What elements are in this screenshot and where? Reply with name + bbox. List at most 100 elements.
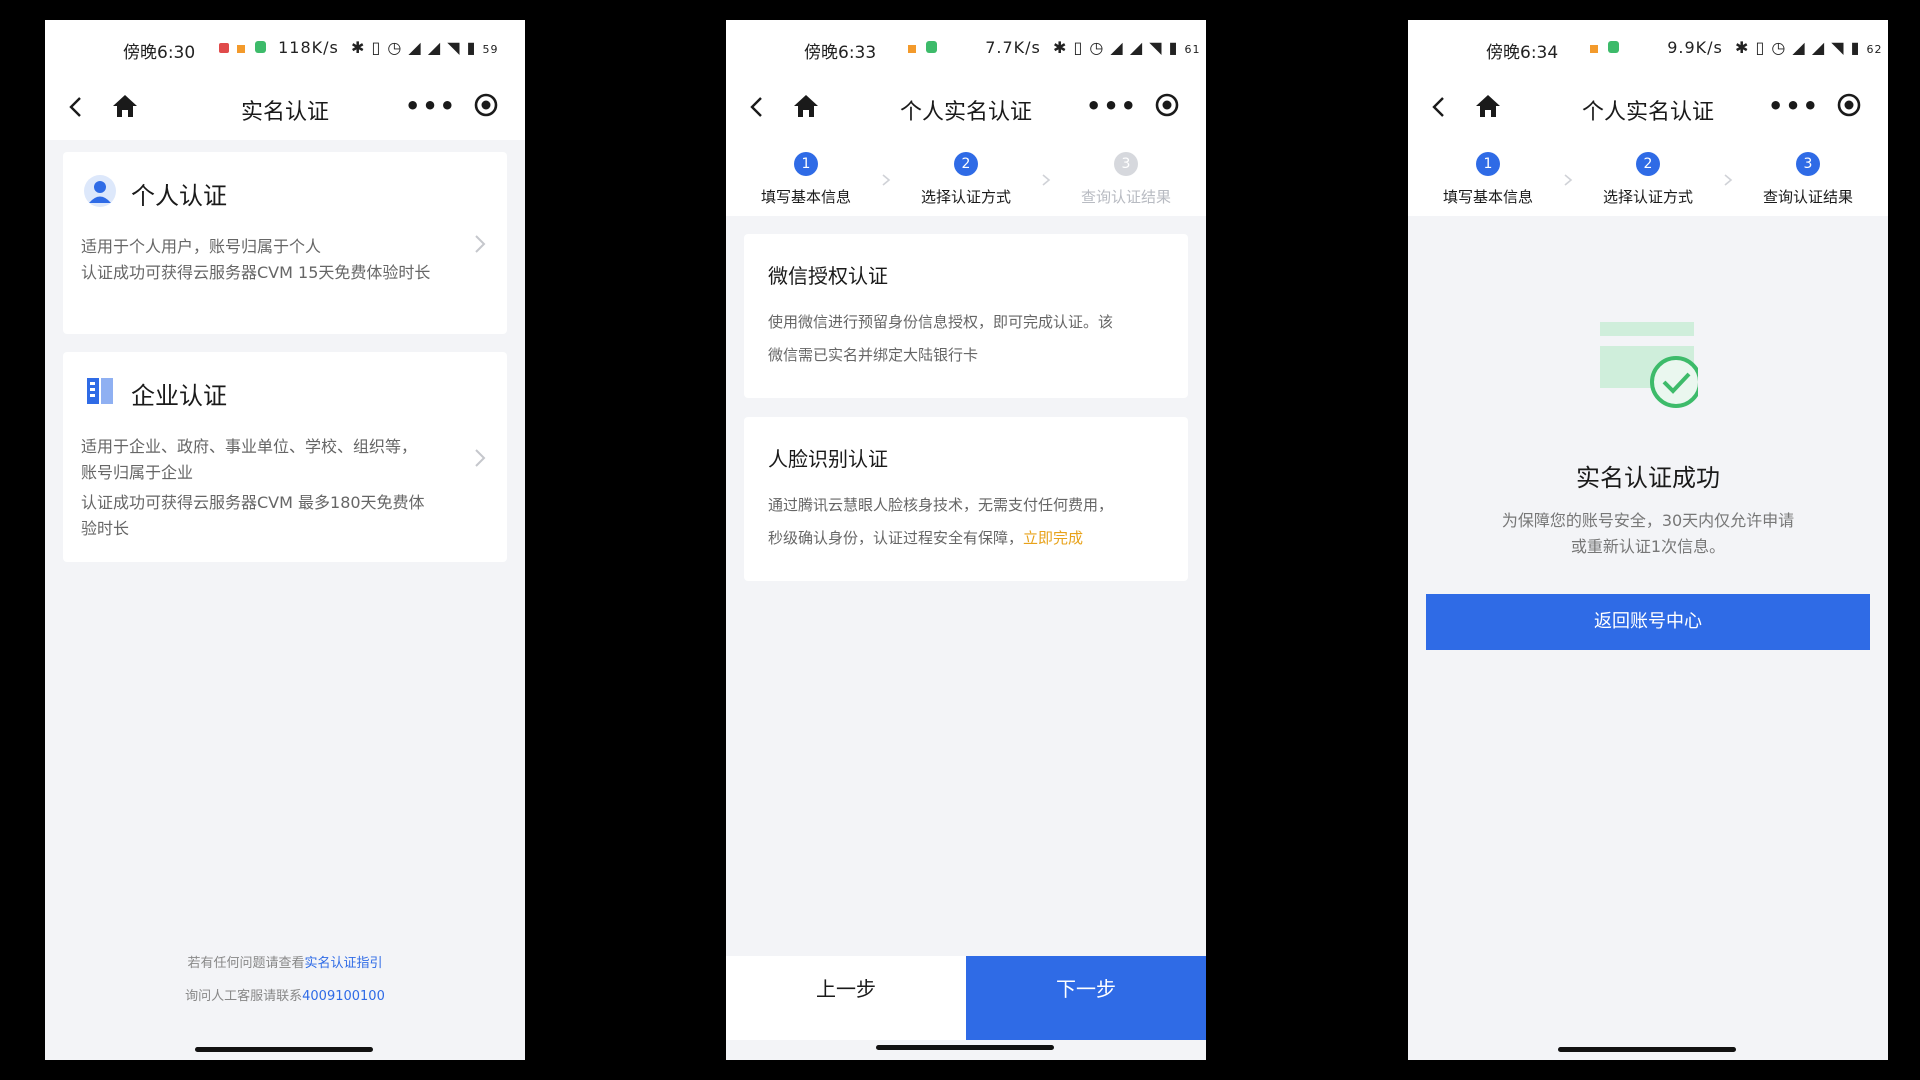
step-number: 2 bbox=[954, 152, 978, 176]
card-desc: 使用微信进行预留身份信息授权，即可完成认证。该 微信需已实名并绑定大陆银行卡 bbox=[768, 306, 1168, 372]
record-icon[interactable] bbox=[1154, 92, 1180, 118]
signal-icon: ◢ bbox=[1110, 38, 1124, 57]
status-icons: 9.9K/s ✱ ▯ ◷ ◢ ◢ ◥ ▮ 62 bbox=[1586, 38, 1883, 57]
chevron-right-icon bbox=[1564, 174, 1573, 186]
nav-bar: 个人实名认证 ••• bbox=[726, 76, 1206, 140]
more-icon[interactable]: ••• bbox=[1086, 92, 1138, 120]
step-number: 2 bbox=[1636, 152, 1660, 176]
next-step-button[interactable]: 下一步 bbox=[966, 956, 1206, 1040]
card-desc-line: 通过腾讯云慧眼人脸核身技术，无需支付任何费用， bbox=[768, 496, 1114, 514]
guide-link[interactable]: 实名认证指引 bbox=[305, 956, 383, 971]
battery-icon: ▮ bbox=[466, 38, 477, 57]
home-indicator bbox=[1558, 1047, 1736, 1052]
step-indicator: 1 填写基本信息 2 选择认证方式 3 查询认证结果 bbox=[1408, 140, 1888, 216]
card-desc-line: 秒级确认身份，认证过程安全有保障， bbox=[768, 529, 1024, 547]
return-account-center-button[interactable]: 返回账号中心 bbox=[1426, 594, 1870, 650]
nav-bar: 个人实名认证 ••• bbox=[1408, 76, 1888, 140]
record-icon[interactable] bbox=[473, 92, 499, 118]
card-desc-line: 认证成功可获得云服务器CVM 15天免费体验时长 bbox=[81, 263, 431, 282]
signal-icon: ◢ bbox=[408, 38, 422, 57]
status-time: 傍晚6:34 bbox=[1486, 43, 1559, 63]
step-2: 2 选择认证方式 bbox=[896, 152, 1036, 207]
complete-now-link[interactable]: 立即完成 bbox=[1023, 529, 1083, 547]
phone-link[interactable]: 4009100100 bbox=[302, 989, 385, 1004]
alarm-icon: ◷ bbox=[387, 38, 403, 57]
card-desc-line: 微信需已实名并绑定大陆银行卡 bbox=[768, 346, 979, 364]
vibrate-icon: ▯ bbox=[1073, 38, 1084, 57]
user-icon bbox=[84, 175, 116, 207]
card-desc-line: 适用于企业、政府、事业单位、学校、组织等， bbox=[81, 437, 418, 456]
prev-step-button[interactable]: 上一步 bbox=[726, 956, 966, 1040]
card-title: 企业认证 bbox=[131, 382, 227, 410]
card-desc-line: 使用微信进行预留身份信息授权，即可完成认证。该 bbox=[768, 313, 1114, 331]
signal-icon: ◢ bbox=[1792, 38, 1806, 57]
card-desc-line: 账号归属于企业 bbox=[81, 463, 194, 482]
nav-bar: 实名认证 ••• bbox=[45, 76, 525, 140]
battery-level: 62 bbox=[1866, 43, 1883, 56]
contact-text: 询问人工客服请联系4009100100 bbox=[45, 985, 525, 1004]
battery-icon: ▮ bbox=[1168, 38, 1179, 57]
step-3: 3 查询认证结果 bbox=[1738, 152, 1878, 207]
status-icons: 118K/s ✱ ▯ ◷ ◢ ◢ ◥ ▮ 59 bbox=[215, 38, 499, 57]
notification-icon bbox=[237, 45, 245, 53]
screen-realname-verification: 傍晚6:30 118K/s ✱ ▯ ◷ ◢ ◢ ◥ ▮ 59 实名认证 ••• … bbox=[45, 20, 525, 1060]
bluetooth-icon: ✱ bbox=[1734, 38, 1750, 57]
wifi-icon: ◥ bbox=[1831, 38, 1845, 57]
battery-icon: ▮ bbox=[1850, 38, 1861, 57]
help-text: 若有任何问题请查看实名认证指引 bbox=[45, 952, 525, 971]
card-title: 个人认证 bbox=[131, 182, 227, 210]
alarm-icon: ◷ bbox=[1089, 38, 1105, 57]
bluetooth-icon: ✱ bbox=[350, 38, 366, 57]
chevron-right-icon bbox=[475, 449, 486, 467]
building-icon bbox=[87, 378, 113, 404]
signal-icon: ◢ bbox=[1129, 38, 1144, 57]
contact-prefix: 询问人工客服请联系 bbox=[185, 989, 303, 1004]
face-recognition-card[interactable]: 人脸识别认证 通过腾讯云慧眼人脸核身技术，无需支付任何费用， 秒级确认身份，认证… bbox=[744, 417, 1188, 581]
status-bar: 傍晚6:30 118K/s ✱ ▯ ◷ ◢ ◢ ◥ ▮ 59 bbox=[45, 20, 525, 76]
step-indicator: 1 填写基本信息 2 选择认证方式 3 查询认证结果 bbox=[726, 140, 1206, 216]
step-2: 2 选择认证方式 bbox=[1578, 152, 1718, 207]
success-description: 为保障您的账号安全，30天内仅允许申请 或重新认证1次信息。 bbox=[1448, 508, 1848, 560]
net-speed: 7.7K/s bbox=[985, 38, 1041, 57]
status-time: 傍晚6:30 bbox=[123, 43, 196, 63]
card-desc: 适用于个人用户，账号归属于个人 认证成功可获得云服务器CVM 15天免费体验时长 bbox=[81, 234, 430, 286]
step-number: 3 bbox=[1114, 152, 1138, 176]
record-icon[interactable] bbox=[1836, 92, 1862, 118]
more-icon[interactable]: ••• bbox=[1768, 92, 1820, 120]
personal-verification-card[interactable]: 个人认证 适用于个人用户，账号归属于个人 认证成功可获得云服务器CVM 15天免… bbox=[63, 152, 507, 334]
shield-icon bbox=[1608, 41, 1619, 53]
signal-icon: ◢ bbox=[427, 38, 442, 57]
step-number: 3 bbox=[1796, 152, 1820, 176]
help-prefix: 若有任何问题请查看 bbox=[187, 956, 305, 971]
step-number: 1 bbox=[794, 152, 818, 176]
vibrate-icon: ▯ bbox=[371, 38, 382, 57]
enterprise-verification-card[interactable]: 企业认证 适用于企业、政府、事业单位、学校、组织等， 账号归属于企业 认证成功可… bbox=[63, 352, 507, 562]
chevron-right-icon bbox=[475, 235, 486, 253]
status-bar: 傍晚6:34 9.9K/s ✱ ▯ ◷ ◢ ◢ ◥ ▮ 62 bbox=[1408, 20, 1888, 76]
more-icon[interactable]: ••• bbox=[405, 92, 457, 120]
chevron-right-icon bbox=[1042, 174, 1051, 186]
card-title: 微信授权认证 bbox=[768, 264, 888, 288]
card-desc-line: 适用于个人用户，账号归属于个人 bbox=[81, 237, 322, 256]
step-1: 1 填写基本信息 bbox=[1418, 152, 1558, 207]
bluetooth-icon: ✱ bbox=[1052, 38, 1068, 57]
status-bar: 傍晚6:33 7.7K/s ✱ ▯ ◷ ◢ ◢ ◥ ▮ 61 bbox=[726, 20, 1206, 76]
step-label: 填写基本信息 bbox=[1442, 188, 1533, 206]
step-1: 1 填写基本信息 bbox=[736, 152, 876, 207]
card-desc-line: 验时长 bbox=[81, 519, 130, 538]
notification-icon bbox=[1590, 45, 1598, 53]
wifi-icon: ◥ bbox=[1149, 38, 1163, 57]
net-speed: 118K/s bbox=[278, 38, 339, 57]
success-check-icon bbox=[1600, 322, 1698, 408]
card-title: 人脸识别认证 bbox=[768, 447, 888, 471]
status-icons: 7.7K/s ✱ ▯ ◷ ◢ ◢ ◥ ▮ 61 bbox=[904, 38, 1201, 57]
status-time: 傍晚6:33 bbox=[804, 43, 877, 63]
step-label: 查询认证结果 bbox=[1080, 188, 1171, 206]
wifi-icon: ◥ bbox=[447, 38, 461, 57]
vibrate-icon: ▯ bbox=[1755, 38, 1766, 57]
notification-icon bbox=[219, 43, 229, 53]
wechat-auth-card[interactable]: 微信授权认证 使用微信进行预留身份信息授权，即可完成认证。该 微信需已实名并绑定… bbox=[744, 234, 1188, 398]
success-desc-line: 或重新认证1次信息。 bbox=[1570, 537, 1726, 556]
card-desc: 适用于企业、政府、事业单位、学校、组织等， 账号归属于企业 认证成功可获得云服务… bbox=[81, 434, 425, 542]
chevron-right-icon bbox=[1724, 174, 1733, 186]
